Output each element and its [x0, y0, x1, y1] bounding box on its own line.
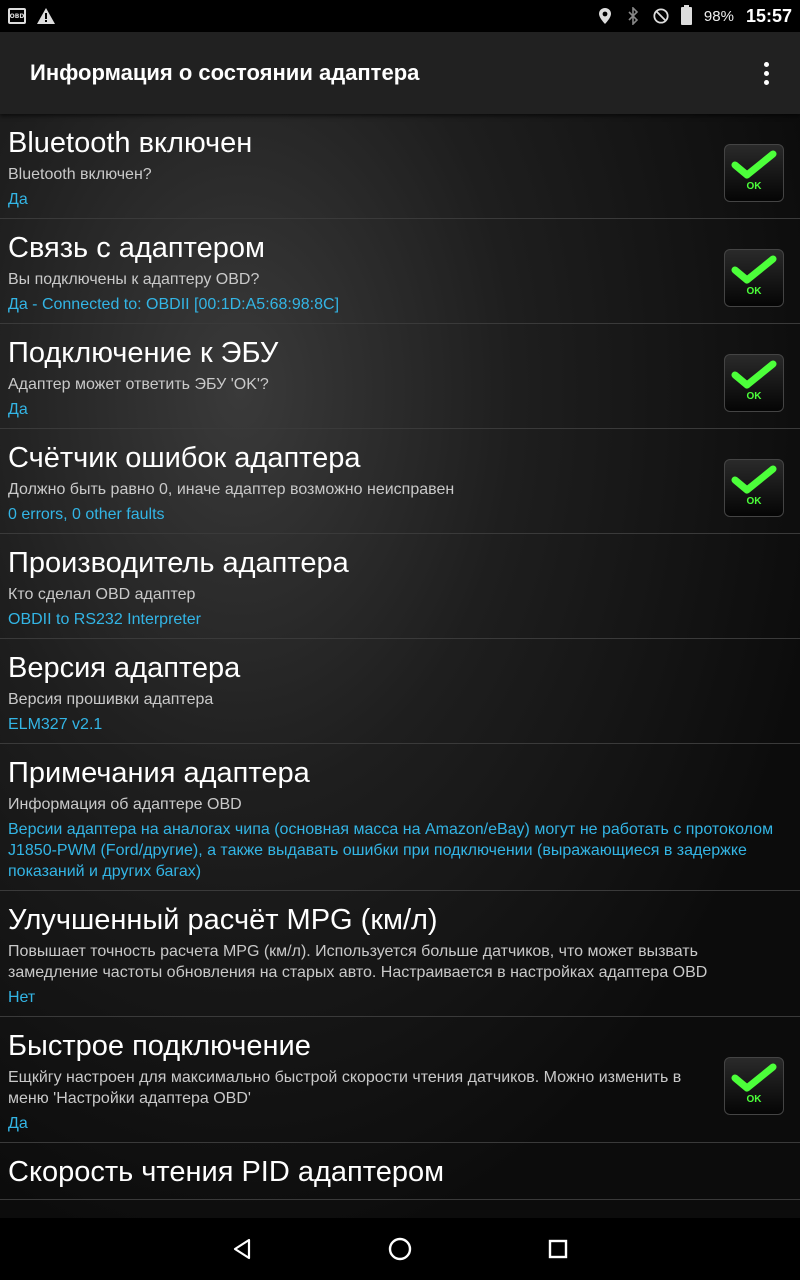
app-bar: Информация о состоянии адаптера: [0, 32, 800, 114]
item-title: Производитель адаптера: [8, 547, 349, 579]
item-title: Bluetooth включен: [8, 127, 253, 159]
list-item[interactable]: Подключение к ЭБУ Адаптер может ответить …: [0, 324, 800, 429]
ok-check-icon: OK: [724, 144, 784, 202]
item-value: Нет: [8, 989, 36, 1006]
item-value: Да: [8, 1115, 28, 1132]
checkmark-icon: [731, 465, 777, 494]
item-summary: Информация об адаптере OBD: [8, 796, 242, 813]
status-bar: OBD 98% 15:57: [0, 0, 800, 32]
item-summary: Повышает точность расчета MPG (км/л). Ис…: [8, 943, 708, 981]
bluetooth-icon: [628, 7, 639, 25]
item-title: Подключение к ЭБУ: [8, 337, 279, 369]
checkmark-icon: [731, 150, 777, 179]
item-value: OBDII to RS232 Interpreter: [8, 611, 201, 628]
item-value: Да - Connected to: OBDII [00:1D:A5:68:98…: [8, 296, 340, 313]
item-summary: Адаптер может ответить ЭБУ 'OK'?: [8, 376, 269, 393]
home-icon[interactable]: [387, 1236, 413, 1262]
checkmark-icon: [731, 1063, 777, 1092]
list-item[interactable]: Быстрое подключение Ещкйгу настроен для м…: [0, 1017, 800, 1143]
item-value: Да: [8, 401, 28, 418]
ok-label: OK: [746, 286, 762, 297]
back-icon[interactable]: [229, 1236, 255, 1262]
item-summary: Ещкйгу настроен для максимально быстрой …: [8, 1069, 682, 1107]
preference-list[interactable]: Bluetooth включен Bluetooth включен? Да OK С…: [0, 114, 800, 1218]
status-right: 98% 15:57: [597, 5, 792, 27]
location-icon: [598, 8, 611, 24]
checkmark-icon: [731, 255, 777, 284]
item-title: Связь с адаптером: [8, 232, 265, 264]
page-title: Информация о состоянии адаптера: [30, 60, 420, 85]
ok-label: OK: [746, 391, 762, 402]
overflow-dot: [763, 70, 769, 76]
item-value: Да: [8, 191, 28, 208]
list-item[interactable]: Скорость чтения PID адаптером: [0, 1143, 800, 1200]
overflow-dot: [763, 61, 769, 67]
item-title: Счётчик ошибок адаптера: [8, 442, 361, 474]
list-item[interactable]: Улучшенный расчёт MPG (км/л) Повышает точ…: [0, 891, 800, 1017]
list-item[interactable]: Счётчик ошибок адаптера Должно быть равно…: [0, 429, 800, 534]
ok-label: OK: [746, 1094, 762, 1105]
list-item[interactable]: Производитель адаптера Кто сделал OBD ада…: [0, 534, 800, 639]
overflow-menu-icon[interactable]: [754, 53, 778, 93]
item-summary: Bluetooth включен?: [8, 166, 152, 183]
ok-check-icon: OK: [724, 249, 784, 307]
status-left: OBD: [8, 7, 56, 25]
item-summary: Кто сделал OBD адаптер: [8, 586, 196, 603]
obd-icon: OBD: [8, 8, 26, 24]
warning-icon: [37, 8, 55, 24]
do-not-disturb-icon: [653, 8, 669, 24]
ok-label: OK: [746, 181, 762, 192]
recents-icon[interactable]: [545, 1236, 571, 1262]
ok-label: OK: [746, 496, 762, 507]
list-item[interactable]: Версия адаптера Версия прошивки адаптера E…: [0, 639, 800, 744]
checkmark-icon: [731, 360, 777, 389]
ok-check-icon: OK: [724, 354, 784, 412]
item-value: ELM327 v2.1: [8, 716, 103, 733]
navigation-bar: [0, 1218, 800, 1280]
item-title: Скорость чтения PID адаптером: [8, 1156, 445, 1188]
clock: 15:57: [745, 5, 792, 26]
list-item[interactable]: Примечания адаптера Информация об адаптер…: [0, 744, 800, 891]
item-title: Улучшенный расчёт MPG (км/л): [8, 904, 438, 936]
item-title: Версия адаптера: [8, 652, 241, 684]
ok-check-icon: OK: [724, 1057, 784, 1115]
item-title: Быстрое подключение: [8, 1030, 311, 1062]
ok-check-icon: OK: [724, 459, 784, 517]
item-summary: Версия прошивки адаптера: [8, 691, 214, 708]
item-value: 0 errors, 0 other faults: [8, 506, 165, 523]
list-item[interactable]: Связь с адаптером Вы подключены к адаптер…: [0, 219, 800, 324]
item-summary: Должно быть равно 0, иначе адаптер возмо…: [8, 481, 455, 498]
list-item[interactable]: Bluetooth включен Bluetooth включен? Да OK: [0, 114, 800, 219]
item-value: Версии адаптера на аналогах чипа (основн…: [8, 821, 774, 880]
battery-level: 98%: [703, 7, 734, 25]
item-summary: Вы подключены к адаптеру OBD?: [8, 271, 260, 288]
battery-icon: [680, 5, 692, 25]
item-title: Примечания адаптера: [8, 757, 310, 789]
overflow-dot: [763, 79, 769, 85]
